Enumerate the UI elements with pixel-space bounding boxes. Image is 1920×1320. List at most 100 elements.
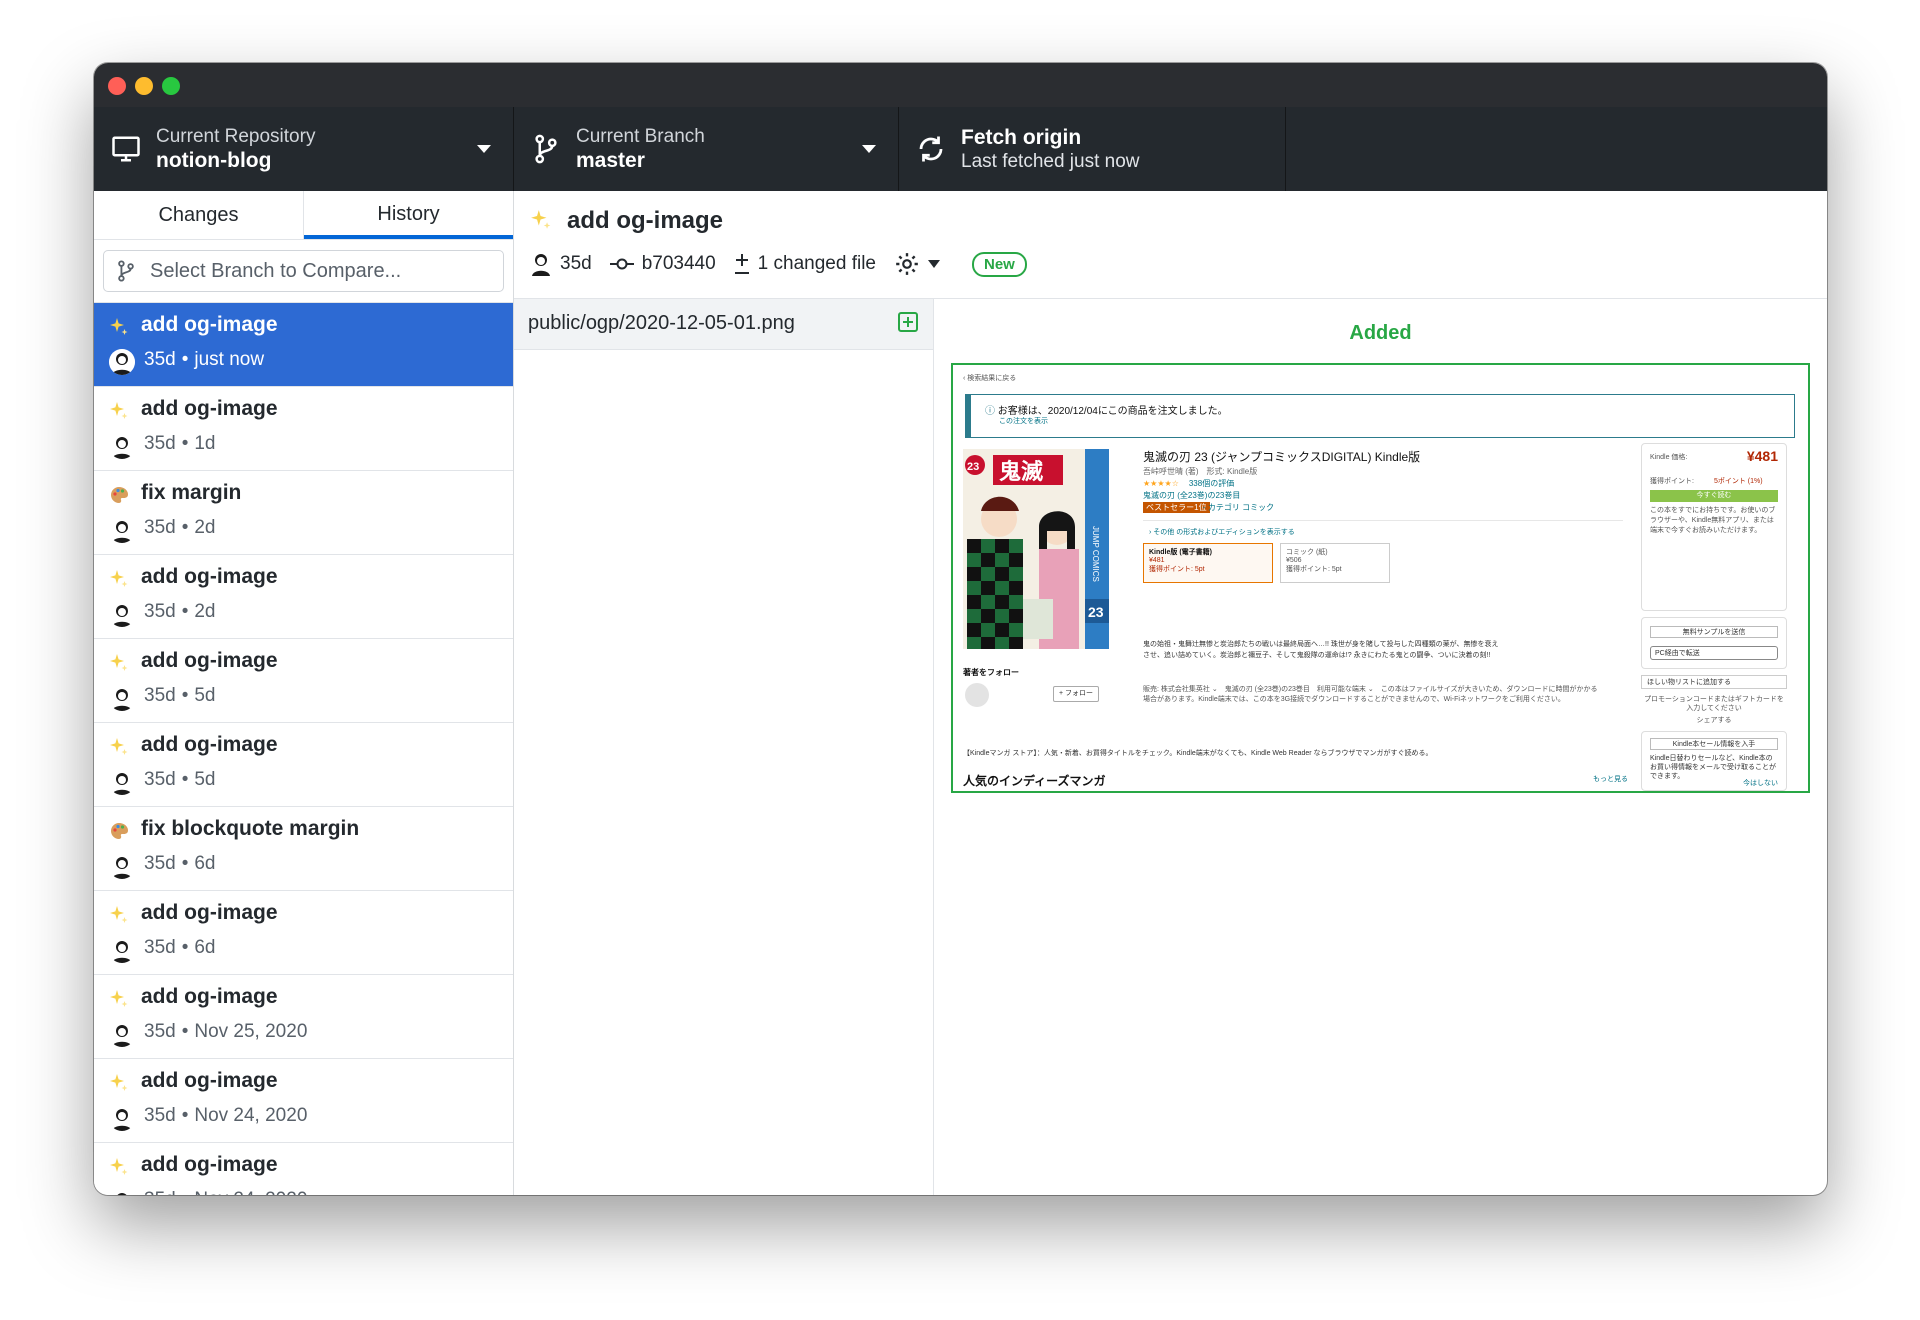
meta-separator: • xyxy=(181,349,189,370)
preview-author-avatar xyxy=(965,683,989,707)
commit-item-meta: 35d • 1d xyxy=(144,433,216,455)
commit-item-time: 6d xyxy=(194,937,216,958)
preview-store-note: 【Kindleマンガ ストア】：人気・新着、お買得タイトルをチェック。Kindl… xyxy=(963,750,1433,757)
commit-item-time: 2d xyxy=(194,601,216,622)
chevron-down-icon xyxy=(477,145,491,153)
info-icon: ⓘ xyxy=(985,406,995,417)
kindle-format-price: ¥481 xyxy=(1149,557,1165,564)
commit-list-item[interactable]: add og-image 35d • 6d xyxy=(94,891,513,975)
current-branch-button[interactable]: Current Branch master xyxy=(514,107,899,191)
commit-sha[interactable]: b703440 xyxy=(609,253,716,275)
commit-list-item[interactable]: fix blockquote margin 35d • 6d xyxy=(94,807,513,891)
meta-separator: • xyxy=(181,1021,189,1042)
meta-separator: • xyxy=(182,1189,189,1195)
fetch-status: Last fetched just now xyxy=(961,151,1140,172)
buy-box-price-label: Kindle 価格: xyxy=(1650,454,1688,461)
zoom-window-button[interactable] xyxy=(162,77,180,95)
sparkles-icon xyxy=(109,905,129,925)
preview-notice-text: ⓘ お客様は、2020/12/04にこの商品を注文しました。 xyxy=(985,402,1228,417)
sparkles-icon xyxy=(109,401,129,421)
meta-separator: • xyxy=(181,433,189,454)
avatar xyxy=(109,1105,135,1131)
fetch-origin-button[interactable]: Fetch origin Last fetched just now xyxy=(899,107,1286,191)
commit-list-item[interactable]: fix margin 35d • 2d xyxy=(94,471,513,555)
commit-item-title: add og-image xyxy=(141,1069,278,1092)
gear-icon xyxy=(896,253,918,275)
diff-icon xyxy=(734,254,749,274)
sparkles-icon xyxy=(531,210,551,229)
sparkles-icon xyxy=(109,317,129,337)
tab-changes[interactable]: Changes xyxy=(94,191,304,239)
art-icon xyxy=(109,485,129,505)
meta-separator: • xyxy=(181,1105,189,1126)
minimize-window-button[interactable] xyxy=(135,77,153,95)
sale-note: Kindle日替わりセールなど、Kindle本のお買い得情報をメールで受け取るこ… xyxy=(1650,755,1776,780)
sparkles-icon xyxy=(109,989,129,1009)
commit-list-item[interactable]: add og-image 35d • Nov 25, 2020 xyxy=(94,975,513,1059)
commit-item-time: Nov 24, 2020 xyxy=(194,1189,307,1195)
commit-item-author: 35d xyxy=(144,349,176,370)
preview-author: 吾峠呼世晴 (著) 形式: Kindle版 xyxy=(1143,467,1258,476)
changed-files-count: 1 changed file xyxy=(734,253,876,275)
commit-sha-value: b703440 xyxy=(641,253,716,274)
compare-placeholder: Select Branch to Compare... xyxy=(150,259,402,282)
sale-dismiss: 今はしない xyxy=(1743,780,1778,787)
commit-list-item[interactable]: add og-image 35d • 5d xyxy=(94,723,513,807)
commit-item-title: add og-image xyxy=(141,565,278,588)
avatar xyxy=(109,937,135,963)
avatar xyxy=(532,254,550,276)
comic-format-points: 獲得ポイント: 5pt xyxy=(1286,566,1342,573)
preview-comic-format: コミック (紙) ¥506 獲得ポイント: 5pt xyxy=(1280,543,1390,583)
preview-category: - カテゴリ コミック xyxy=(1203,503,1275,512)
sparkles-icon xyxy=(109,737,129,757)
commit-list-item[interactable]: add og-image 35d • just now xyxy=(94,303,513,387)
diff-view: Added ‹ 検索結果に戻る ⓘ お客様は、2020/12/04にこの商品を注… xyxy=(934,299,1827,1195)
preview-publisher-info: 販売: 株式会社集英社 ⌄ 鬼滅の刃 (全23巻)の23巻目 利用可能な端末 ⌄… xyxy=(1143,686,1598,703)
buy-box-owned-note: この本をすでにお持ちです。お使いのブラウザーや、Kindle無料アプリ、または端… xyxy=(1650,507,1776,534)
commit-item-author: 35d xyxy=(144,1189,176,1195)
commit-item-meta: 35d • 2d xyxy=(144,601,216,623)
avatar xyxy=(109,349,135,375)
branch-compare-input[interactable]: Select Branch to Compare... xyxy=(103,250,504,292)
preview-notice-link: この注文を表示 xyxy=(999,418,1048,425)
book-cover-image: JUMP COMICS 23 鬼滅 23 xyxy=(963,449,1109,649)
diff-options-button[interactable] xyxy=(894,251,948,277)
comic-format-label: コミック (紙) xyxy=(1286,549,1328,556)
commit-item-meta: 35d • 2d xyxy=(144,517,216,539)
commit-list-item[interactable]: add og-image 35d•Nov 24, 2020 xyxy=(94,1059,513,1143)
toolbar: Current Repository notion-blog Current B… xyxy=(94,107,1827,191)
art-icon xyxy=(109,821,129,841)
commit-list-item[interactable]: add og-image 35d • 2d xyxy=(94,555,513,639)
current-repository-button[interactable]: Current Repository notion-blog xyxy=(94,107,514,191)
git-commit-icon xyxy=(609,258,634,270)
file-row[interactable]: public/ogp/2020-12-05-01.png xyxy=(514,299,933,350)
commit-list-item[interactable]: add og-image 35d • 1d xyxy=(94,387,513,471)
commit-item-meta: 35d • 5d xyxy=(144,769,216,791)
preview-buy-box: Kindle 価格: ¥481 獲得ポイント: 5ポイント (1%) 今すぐ読む … xyxy=(1641,443,1787,611)
preview-rating: ★★★★☆ 338個の評価 xyxy=(1143,478,1234,489)
commit-list-item[interactable]: add og-image 35d • 5d xyxy=(94,639,513,723)
commit-item-title: fix blockquote margin xyxy=(141,817,360,840)
compare-bar: Select Branch to Compare... xyxy=(94,240,513,303)
commit-item-author: 35d xyxy=(144,685,176,706)
commit-item-meta: 35d•Nov 24, 2020 xyxy=(144,1105,307,1127)
branch-label: Current Branch xyxy=(576,126,705,147)
file-path: public/ogp/2020-12-05-01.png xyxy=(528,312,795,334)
share-text: シェアする xyxy=(1696,717,1732,724)
preview-divider xyxy=(1143,520,1623,521)
rating-stars: ★★★★☆ xyxy=(1143,479,1179,488)
commit-item-title: add og-image xyxy=(141,649,278,672)
rating-count: 338個の評価 xyxy=(1188,479,1235,488)
kindle-format-points: 獲得ポイント: 5pt xyxy=(1149,566,1205,573)
preview-follow-heading: 著者をフォロー xyxy=(963,668,1019,677)
commit-item-author: 35d xyxy=(144,1105,176,1126)
promo-text: プロモーションコードまたはギフトカードを入力してください xyxy=(1644,696,1784,712)
commit-list-item[interactable]: add og-image35d•Nov 24, 2020 xyxy=(94,1143,513,1195)
tab-history[interactable]: History xyxy=(304,191,513,239)
close-window-button[interactable] xyxy=(108,77,126,95)
preview-follow-button: + フォロー xyxy=(1053,686,1099,702)
commit-item-time: 5d xyxy=(194,685,216,706)
commit-detail: add og-image 35d b703440 1 changed file xyxy=(514,191,1827,1195)
sparkles-icon xyxy=(109,653,129,673)
git-branch-icon xyxy=(530,133,562,165)
